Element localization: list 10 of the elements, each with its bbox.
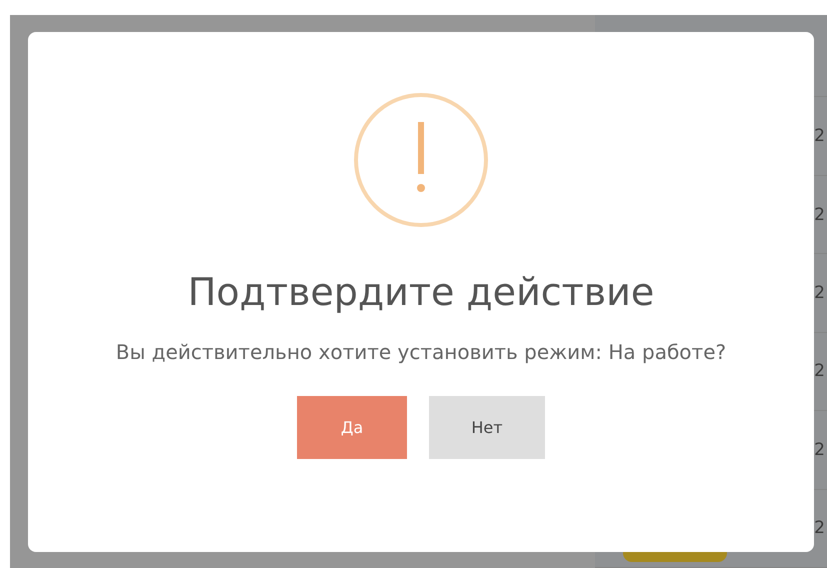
cancel-button[interactable]: Нет — [429, 396, 545, 459]
table-cell: 2 — [814, 361, 825, 382]
dialog-message: Вы действительно хотите установить режим: На работе? — [114, 339, 728, 366]
dialog-title: Подтвердите действие — [188, 269, 654, 316]
table-cell: 2 — [814, 518, 825, 538]
table-cell: 2 — [814, 282, 825, 303]
table-cell: 2 — [814, 126, 825, 146]
warning-icon — [353, 92, 489, 228]
table-cell: 2 — [814, 440, 825, 460]
table-cell: 2 — [814, 204, 825, 225]
